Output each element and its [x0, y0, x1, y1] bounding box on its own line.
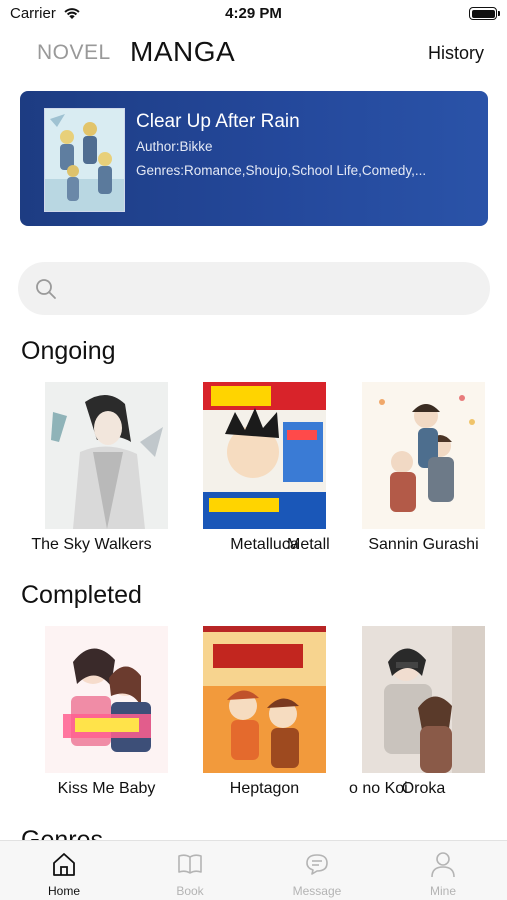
- ongoing-row[interactable]: The Sky Walkers Metalluca Sannin Gurashi…: [0, 382, 507, 572]
- featured-title: Clear Up After Rain: [136, 111, 300, 132]
- book-icon: [178, 854, 202, 874]
- top-header: NOVEL MANGA History: [0, 36, 507, 72]
- nav-label: Message: [292, 884, 342, 898]
- manga-title: Heptagon: [229, 780, 300, 797]
- manga-cover-image: [362, 626, 485, 773]
- featured-genres: Genres:Romance,Shoujo,School Life,Comedy…: [136, 163, 427, 178]
- home-icon: [53, 853, 75, 876]
- nav-book[interactable]: Book: [140, 841, 240, 900]
- search-bar[interactable]: [18, 262, 490, 315]
- manga-title: o no Koi: [349, 780, 408, 797]
- manga-title: Metall: [287, 536, 330, 553]
- manga-cover-image: [45, 626, 168, 773]
- completed-row[interactable]: Kiss Me Baby Heptagon Oroka o no Koi: [0, 626, 507, 816]
- nav-mine[interactable]: Mine: [393, 841, 493, 900]
- featured-author: Author:Bikke: [136, 139, 213, 154]
- featured-banner[interactable]: Clear Up After Rain Author:Bikke Genres:…: [20, 91, 488, 226]
- manga-cover-image: [203, 382, 326, 529]
- section-title-completed: Completed: [21, 581, 142, 609]
- manga-cover-image: [45, 382, 168, 529]
- nav-label: Book: [176, 884, 204, 898]
- tab-manga[interactable]: MANGA: [130, 36, 235, 68]
- manga-title: The Sky Walkers: [31, 536, 152, 553]
- manga-cover-image: [362, 382, 485, 529]
- nav-label: Home: [47, 884, 80, 898]
- section-title-ongoing: Ongoing: [21, 337, 116, 365]
- manga-cover-image: [203, 626, 326, 773]
- user-icon: [431, 852, 455, 878]
- bottom-nav: Home Book Message Mine: [0, 840, 507, 900]
- nav-label: Mine: [429, 884, 456, 898]
- nav-message[interactable]: Message: [267, 841, 367, 900]
- manga-title: Sannin Gurashi: [368, 536, 479, 553]
- clock: 4:29 PM: [225, 5, 282, 22]
- featured-cover-image: [44, 108, 125, 212]
- search-input[interactable]: [70, 262, 470, 315]
- nav-home[interactable]: Home: [14, 841, 114, 900]
- history-button[interactable]: History: [428, 43, 484, 64]
- search-icon: [36, 279, 56, 299]
- message-icon: [306, 854, 328, 875]
- battery-icon: [469, 7, 500, 20]
- manga-title: Kiss Me Baby: [57, 780, 156, 797]
- tab-novel[interactable]: NOVEL: [37, 41, 111, 65]
- status-bar: Carrier 4:29 PM: [0, 0, 507, 28]
